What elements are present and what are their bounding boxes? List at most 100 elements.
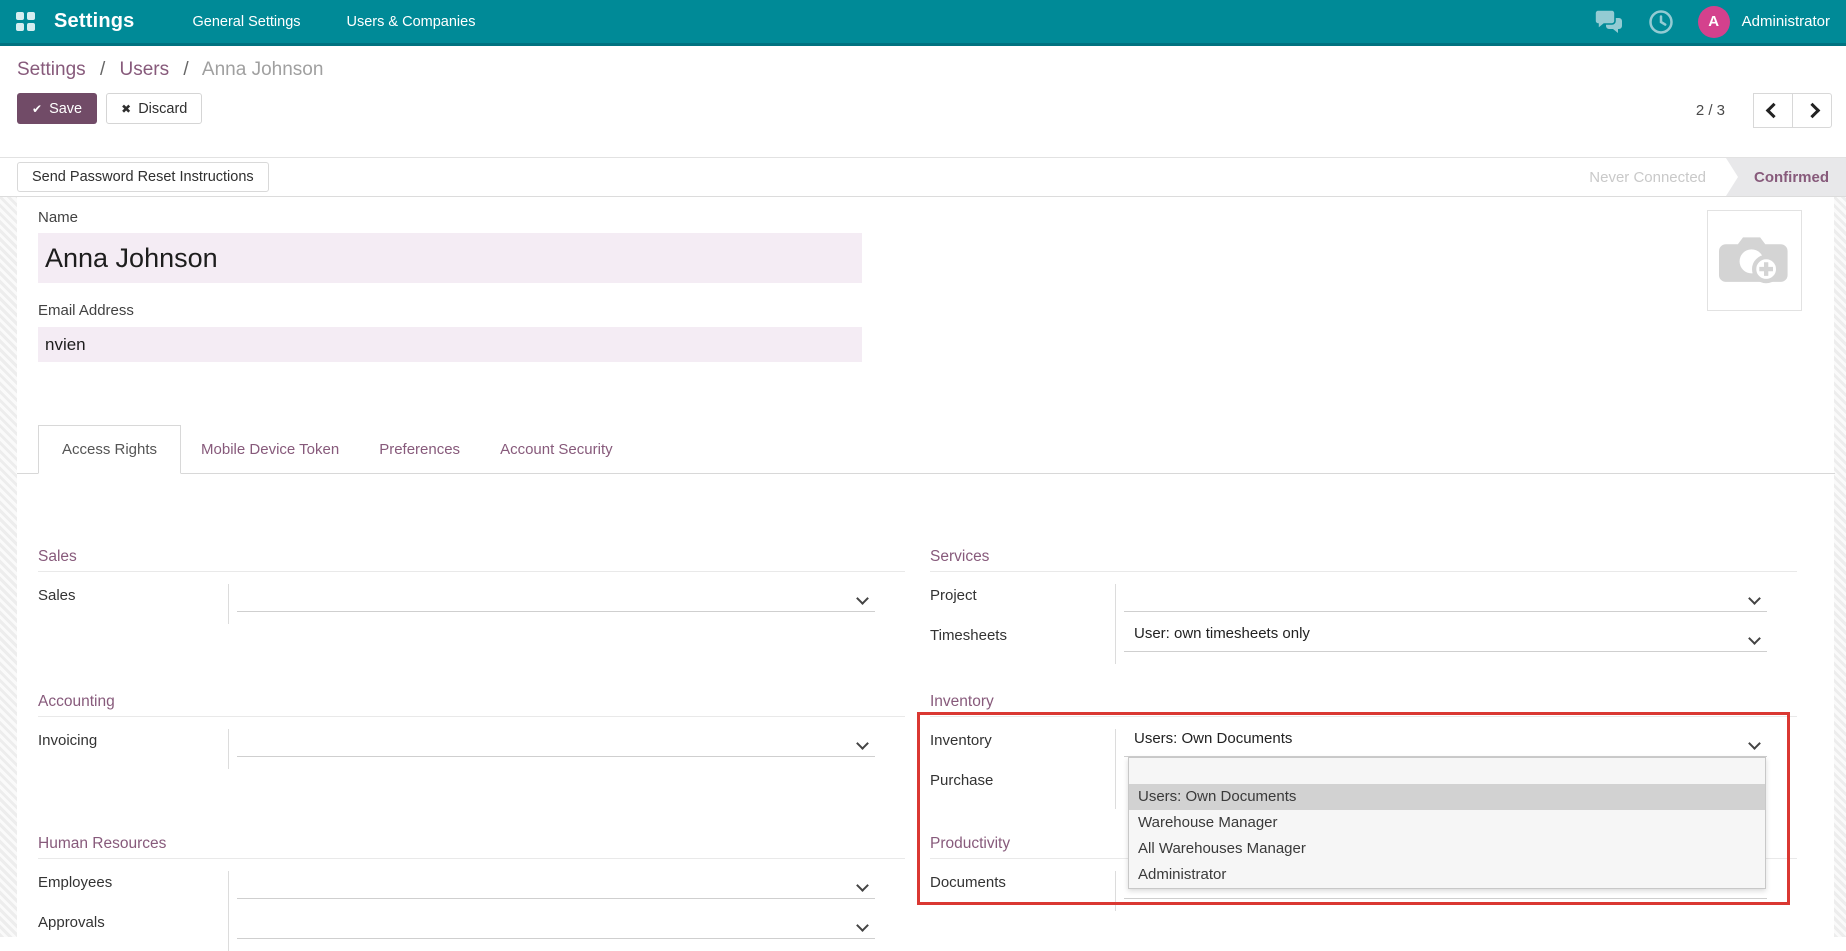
field-label-sales: Sales (38, 584, 228, 624)
project-select[interactable] (1115, 584, 1797, 624)
notebook-tabs: Access Rights Mobile Device Token Prefer… (17, 425, 1835, 474)
field-label-documents: Documents (930, 871, 1115, 911)
dropdown-option-blank[interactable] (1129, 758, 1765, 784)
user-name[interactable]: Administrator (1742, 13, 1830, 30)
send-password-reset-button[interactable]: Send Password Reset Instructions (17, 162, 269, 192)
field-label-approvals: Approvals (38, 911, 228, 951)
timesheets-select[interactable]: User: own timesheets only (1115, 624, 1797, 664)
form-buttons: ✔ Save ✖ Discard (17, 93, 202, 124)
breadcrumb-separator: / (183, 59, 188, 80)
email-input[interactable]: nvien (38, 327, 862, 362)
check-icon: ✔ (32, 102, 42, 116)
section-services: Services Project Timesheets User: own ti… (930, 548, 1797, 664)
menu-general-settings[interactable]: General Settings (193, 14, 301, 30)
field-label-employees: Employees (38, 871, 228, 911)
dropdown-option-warehouse-manager[interactable]: Warehouse Manager (1129, 810, 1765, 836)
field-row: Invoicing (38, 729, 905, 769)
statusbar: Send Password Reset Instructions Never C… (0, 158, 1846, 197)
navbar-menu: General Settings Users & Companies (193, 14, 476, 30)
discard-button[interactable]: ✖ Discard (106, 93, 202, 124)
field-row: Employees (38, 871, 905, 911)
tab-mobile-device-token[interactable]: Mobile Device Token (181, 425, 359, 473)
chevron-down-icon (856, 592, 869, 605)
app-name: Settings (54, 10, 135, 33)
select-underline (237, 898, 875, 899)
name-label: Name (38, 209, 78, 226)
top-navbar: Settings General Settings Users & Compan… (0, 0, 1846, 46)
dropdown-option-all-warehouses-manager[interactable]: All Warehouses Manager (1129, 836, 1765, 862)
sheet-right-margin (1834, 197, 1846, 937)
sales-select[interactable] (228, 584, 905, 624)
field-label-invoicing: Invoicing (38, 729, 228, 769)
save-button[interactable]: ✔ Save (17, 93, 97, 124)
breadcrumb-current: Anna Johnson (202, 59, 324, 80)
pager-count: 2 / 3 (1696, 102, 1725, 119)
chevron-down-icon (1748, 592, 1761, 605)
breadcrumb-separator: / (100, 59, 105, 80)
save-label: Save (49, 101, 82, 117)
section-sales: Sales Sales (38, 548, 905, 624)
odoo-settings-user-form: Settings General Settings Users & Compan… (0, 0, 1846, 937)
inventory-dropdown-list: Users: Own Documents Warehouse Manager A… (1128, 757, 1766, 889)
messages-icon[interactable] (1594, 9, 1624, 34)
sheet-left-margin (0, 197, 17, 937)
form-sheet: Name Anna Johnson Email Address nvien Ac… (0, 197, 1846, 937)
field-label-project: Project (930, 584, 1115, 624)
select-underline (1124, 611, 1767, 612)
select-underline (1124, 898, 1767, 899)
field-label-timesheets: Timesheets (930, 624, 1115, 664)
menu-users-companies[interactable]: Users & Companies (347, 14, 476, 30)
approvals-select[interactable] (228, 911, 905, 951)
email-label: Email Address (38, 302, 134, 319)
x-icon: ✖ (121, 102, 131, 116)
discard-label: Discard (138, 101, 187, 117)
profile-image-placeholder[interactable] (1707, 210, 1802, 311)
select-value: Users: Own Documents (1134, 730, 1292, 747)
chevron-right-icon (1804, 103, 1820, 119)
chevron-down-icon (1748, 632, 1761, 645)
section-title-human-resources: Human Resources (38, 835, 905, 859)
select-underline (237, 756, 875, 757)
chevron-left-icon (1765, 103, 1781, 119)
record-pager: 2 / 3 (1696, 93, 1832, 128)
activities-clock-icon[interactable] (1648, 9, 1674, 35)
section-title-accounting: Accounting (38, 693, 905, 717)
section-title-inventory: Inventory (930, 693, 1797, 717)
select-underline (1124, 651, 1767, 652)
breadcrumb-settings[interactable]: Settings (17, 59, 86, 80)
invoicing-select[interactable] (228, 729, 905, 769)
chevron-down-icon (856, 737, 869, 750)
camera-plus-icon (1719, 232, 1791, 289)
section-accounting: Accounting Invoicing (38, 693, 905, 769)
control-panel: Settings / Users / Anna Johnson ✔ Save ✖… (0, 46, 1846, 158)
name-input[interactable]: Anna Johnson (38, 233, 862, 283)
field-label-purchase: Purchase (930, 769, 1115, 809)
user-avatar[interactable]: A (1698, 6, 1730, 38)
employees-select[interactable] (228, 871, 905, 911)
field-row: Approvals (38, 911, 905, 951)
dropdown-option-administrator[interactable]: Administrator (1129, 862, 1765, 888)
dropdown-option-users-own-documents[interactable]: Users: Own Documents (1129, 784, 1765, 810)
select-value: User: own timesheets only (1134, 625, 1310, 642)
section-title-services: Services (930, 548, 1797, 572)
select-underline (237, 611, 875, 612)
section-title-sales: Sales (38, 548, 905, 572)
chevron-down-icon (856, 919, 869, 932)
field-row: Sales (38, 584, 905, 624)
tab-access-rights[interactable]: Access Rights (38, 425, 181, 474)
chevron-down-icon (1748, 737, 1761, 750)
field-row: Timesheets User: own timesheets only (930, 624, 1797, 664)
pager-next-button[interactable] (1792, 93, 1832, 128)
select-underline (237, 938, 875, 939)
chevron-down-icon (856, 879, 869, 892)
tab-account-security[interactable]: Account Security (480, 425, 633, 473)
navbar-right: A Administrator (1594, 6, 1830, 38)
breadcrumb-users[interactable]: Users (120, 59, 170, 80)
field-row: Project (930, 584, 1797, 624)
status-states: Never Connected Confirmed (1569, 158, 1846, 196)
pager-previous-button[interactable] (1753, 93, 1793, 128)
status-confirmed[interactable]: Confirmed (1726, 158, 1846, 196)
status-never-connected[interactable]: Never Connected (1569, 158, 1726, 196)
apps-menu-icon[interactable] (16, 12, 35, 31)
tab-preferences[interactable]: Preferences (359, 425, 480, 473)
